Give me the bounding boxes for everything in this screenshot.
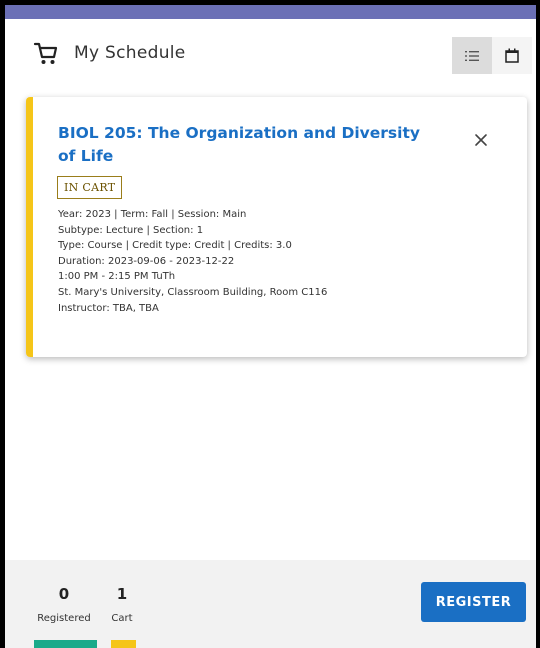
course-details: Year: 2023 | Term: Fall | Session: Main …	[58, 207, 327, 316]
view-toggle	[452, 37, 532, 74]
list-view-icon	[465, 50, 479, 61]
calendar-view-button[interactable]	[492, 37, 532, 74]
registered-label: Registered	[37, 613, 91, 624]
detail-line-instructor: Instructor: TBA, TBA	[58, 302, 159, 314]
schedule-footer: 0 Registered 1 Cart REGISTER	[5, 560, 536, 648]
detail-line-subtype: Subtype: Lecture | Section: 1	[58, 224, 204, 236]
detail-line-time: 1:00 PM - 2:15 PM TuTh	[58, 271, 176, 283]
close-icon[interactable]	[472, 131, 490, 149]
registered-count: 0	[58, 585, 70, 603]
calendar-view-icon	[505, 48, 519, 63]
detail-line-type: Type: Course | Credit type: Credit | Cre…	[58, 240, 292, 252]
course-title[interactable]: BIOL 205: The Organization and Diversity…	[58, 122, 438, 168]
registered-stat: 0 Registered	[30, 585, 98, 624]
course-card[interactable]: BIOL 205: The Organization and Diversity…	[26, 97, 527, 357]
cart-count: 1	[116, 585, 128, 603]
register-button[interactable]: REGISTER	[421, 582, 526, 622]
status-badge: IN CART	[57, 176, 123, 199]
detail-line-duration: Duration: 2023-09-06 - 2023-12-22	[58, 255, 235, 267]
detail-line-term: Year: 2023 | Term: Fall | Session: Main	[58, 209, 247, 220]
schedule-header: My Schedule	[5, 19, 536, 83]
status-accent-bar	[26, 97, 33, 357]
detail-line-location: St. Mary's University, Classroom Buildin…	[58, 286, 328, 298]
cart-icon	[33, 42, 58, 64]
cart-indicator-bar	[111, 640, 136, 648]
cart-stat: 1 Cart	[105, 585, 139, 624]
registered-indicator-bar	[34, 640, 97, 648]
list-view-button[interactable]	[452, 37, 492, 74]
top-accent-bar	[5, 5, 536, 19]
page-title: My Schedule	[74, 43, 186, 63]
cart-label: Cart	[111, 613, 133, 624]
schedule-panel: My Schedule BIOL 205: The Organization a…	[5, 5, 536, 648]
